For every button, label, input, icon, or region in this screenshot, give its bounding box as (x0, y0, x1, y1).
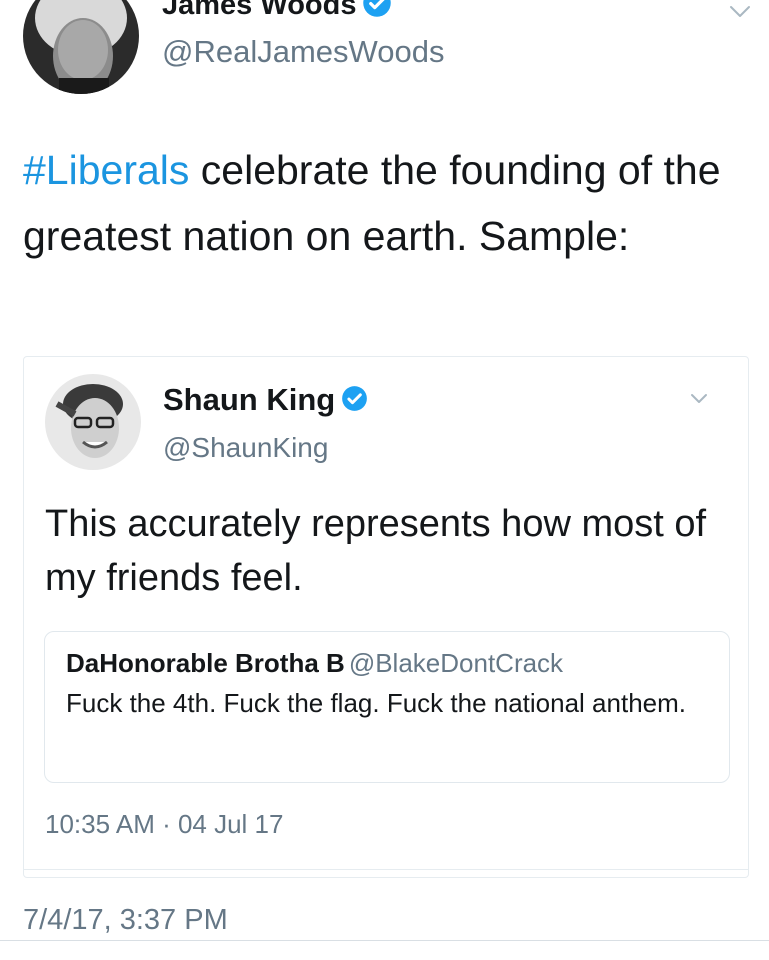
tweet-text: #Liberals celebrate the founding of the … (23, 137, 753, 269)
quoted-tweet-timestamp[interactable]: 10:35 AM · 04 Jul 17 (45, 809, 283, 840)
quoted-author-name-text[interactable]: Shaun King (163, 382, 335, 417)
quoted-author-display-name[interactable]: Shaun King (163, 382, 368, 417)
quoted-author-avatar[interactable] (45, 374, 141, 470)
nested-quoted-tweet-header: DaHonorable Brotha B @BlakeDontCrack (66, 648, 563, 679)
quoted-tweet-card[interactable]: Shaun King @ShaunKing This accurately re… (23, 356, 749, 878)
nested-quoted-tweet-text: Fuck the 4th. Fuck the flag. Fuck the na… (66, 688, 687, 718)
chevron-down-icon[interactable] (729, 5, 751, 19)
nested-author-handle: @BlakeDontCrack (348, 648, 564, 678)
author-handle[interactable]: @RealJamesWoods (162, 36, 444, 67)
quoted-card-divider (24, 869, 748, 870)
quoted-tweet-text: This accurately represents how most of m… (45, 503, 707, 599)
bottom-divider (0, 940, 769, 941)
verified-badge-icon (342, 386, 368, 412)
nested-author-name: DaHonorable Brotha B (66, 648, 345, 678)
chevron-down-icon[interactable] (690, 393, 708, 405)
author-name-text[interactable]: James Woods (162, 0, 356, 21)
author-display-name[interactable]: James Woods (162, 0, 392, 21)
verified-badge-icon (363, 0, 392, 18)
author-avatar[interactable] (23, 0, 139, 94)
hashtag-link[interactable]: #Liberals (23, 147, 189, 193)
tweet-timestamp[interactable]: 7/4/17, 3:37 PM (23, 904, 228, 937)
nested-quoted-tweet[interactable]: DaHonorable Brotha B @BlakeDontCrack Fuck… (44, 631, 730, 783)
quoted-author-handle[interactable]: @ShaunKing (163, 432, 328, 464)
